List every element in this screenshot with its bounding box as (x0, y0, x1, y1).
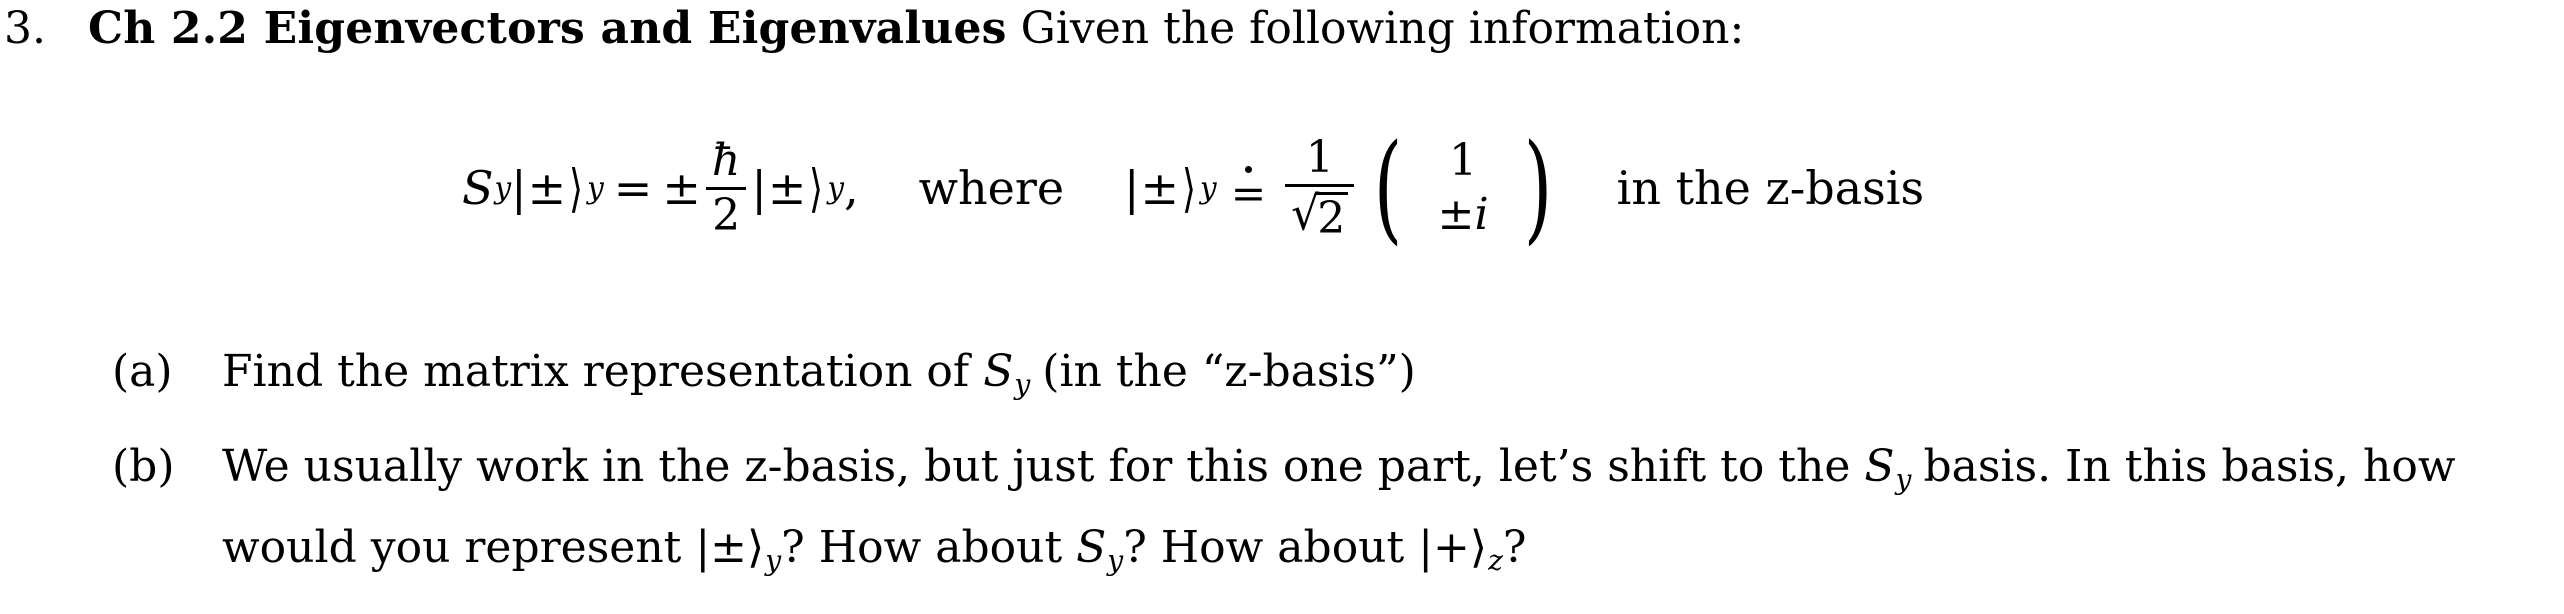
part-a-text-before: Find the matrix representation of (222, 346, 970, 397)
square-root-construct: √ 2 (1291, 186, 1349, 241)
vector-entry-top: 1 (1448, 135, 1478, 187)
spin-operator-symbol: S (983, 346, 1014, 397)
equation-connector-where: where (918, 161, 1065, 215)
problem-part-b: (b) We usually work in the z-basis, but … (0, 433, 2564, 595)
spin-operator-symbol: S (462, 161, 494, 215)
ket-plus-z: |+⟩ (1418, 521, 1488, 573)
spin-operator-subscript: y (1895, 462, 1912, 496)
coefficient-denominator: √ 2 (1285, 190, 1354, 241)
part-a-symbol: Sy (969, 346, 1030, 401)
part-b-body: We usually work in the z-basis, but just… (222, 433, 2564, 595)
problem-title: Ch 2.2 Eigenvectors and Eigenvalues (88, 3, 1007, 54)
part-b-symbol-3: Sy? How about (1062, 521, 1405, 577)
equation-lhs: Sy | ± ⟩ y (462, 157, 604, 219)
ket-subscript: y (587, 171, 604, 205)
spin-operator-subscript: y (494, 171, 512, 205)
fraction-denominator: 2 (712, 189, 741, 241)
imaginary-unit-symbol: i (1474, 189, 1489, 240)
radicand-value: 2 (1316, 191, 1349, 241)
coefficient-numerator: 1 (1305, 132, 1334, 184)
spin-operator-symbol: S (1076, 521, 1107, 573)
part-b-symbol-4: |+⟩z? (1404, 521, 1527, 577)
fraction-bar (1285, 183, 1355, 187)
ket-open-bar: | (511, 161, 527, 215)
radical-sign-icon: √ (1291, 186, 1320, 241)
one-over-root-two-fraction: 1 √ 2 (1285, 132, 1355, 241)
part-b-symbol-2: |±⟩y? How about (681, 521, 1063, 577)
part-b-symbol-1: Sy (1850, 440, 1911, 496)
ket-open-bar: | (1124, 161, 1140, 215)
problem-number: 3. (4, 3, 46, 54)
part-b-text-3: ? How about (781, 521, 1063, 573)
plusminus-sign: ± (662, 161, 701, 215)
displayed-equation: Sy | ± ⟩ y = ± ħ 2 | ± ⟩ y, where | ± ⟩ y = 1 √ 2(1 ±i) in… (0, 118, 2564, 258)
spin-operator-symbol: S (1864, 440, 1895, 492)
part-a-text-after: (in the “z-basis”) (1042, 346, 1416, 397)
column-vector: (1 ±i) (1365, 118, 1560, 257)
part-b-text-5: ? (1502, 521, 1527, 573)
ket-close-angle: ⟩ (569, 157, 584, 219)
part-b-text-1: We usually work in the z-basis, but just… (222, 440, 1851, 492)
part-b-label: (b) (112, 440, 175, 492)
problem-heading: 3. Ch 2.2 Eigenvectors and Eigenvalues Giv… (4, 2, 1744, 56)
ket-close-angle: ⟩ (809, 157, 824, 219)
part-b-text-4: ? How about (1123, 521, 1405, 573)
ket-plusminus: ± (527, 161, 567, 215)
matrix-right-paren: ) (1523, 118, 1552, 257)
ket-plusminus-y: |±⟩ (695, 521, 765, 573)
vector-entry-bottom: ±i (1437, 188, 1488, 242)
part-a-body: Find the matrix representation of Sy (in … (222, 338, 2564, 419)
ket-open-bar: | (751, 161, 767, 215)
spin-operator-subscript: y (1107, 543, 1124, 577)
equation-trailing-text: in the z-basis (1616, 161, 1925, 215)
hbar-over-two-fraction: ħ2 (705, 135, 747, 241)
doteq-equals: = (1230, 168, 1267, 218)
equation-comma: , (843, 161, 859, 215)
column-vector-entries: 1 ±i (1411, 134, 1514, 242)
ket-subscript: y (1200, 171, 1217, 205)
ket-plusminus: ± (767, 161, 807, 215)
ket-subscript: z (1488, 543, 1503, 577)
ket-plusminus: ± (1140, 161, 1180, 215)
problem-parts-list: (a) Find the matrix representation of Sy… (0, 338, 2564, 609)
ket-subscript: y (827, 171, 844, 205)
ket-close-angle: ⟩ (1182, 157, 1197, 219)
hbar-symbol: ħ (711, 135, 741, 187)
vector-entry-bottom-sign: ± (1437, 189, 1475, 240)
problem-intro: Given the following information: (1020, 3, 1745, 54)
equation-definition: | ± ⟩ y = 1 √ 2(1 ±i) (1124, 118, 1561, 257)
part-a-label: (a) (112, 346, 173, 397)
matrix-left-paren: ( (1374, 118, 1403, 257)
equation-rhs: ± ħ 2 | ± ⟩ y, (662, 138, 858, 237)
document-page: 3. Ch 2.2 Eigenvectors and Eigenvalues Giv… (0, 0, 2564, 614)
problem-part-a: (a) Find the matrix representation of Sy… (0, 338, 2564, 419)
equals-sign: = (613, 161, 653, 215)
spin-operator-subscript: y (1014, 367, 1031, 401)
doteq-relation-symbol: = (1217, 165, 1280, 218)
ket-subscript: y (765, 543, 782, 577)
